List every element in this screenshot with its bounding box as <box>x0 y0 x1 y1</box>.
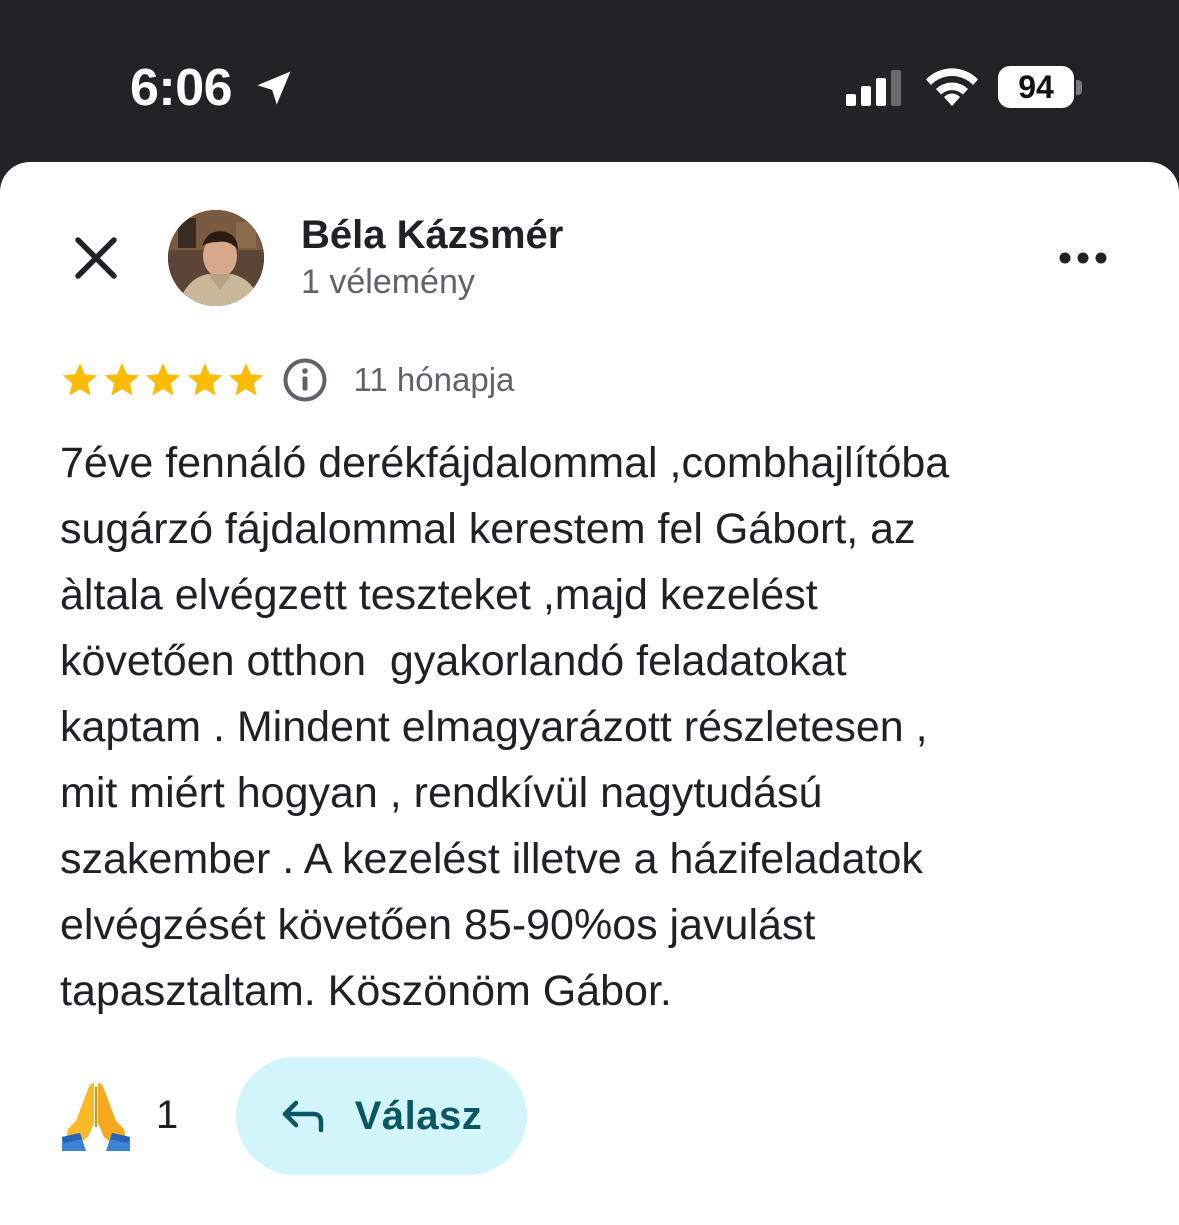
wifi-icon <box>926 68 978 106</box>
star-icon <box>62 363 98 396</box>
reply-label: Válasz <box>354 1094 483 1138</box>
info-icon[interactable] <box>282 357 328 403</box>
cellular-signal-icon <box>846 70 901 106</box>
review-date: 11 hónapja <box>353 361 515 398</box>
status-time: 6:06 <box>130 59 233 117</box>
star-rating <box>60 360 268 400</box>
battery-level: 94 <box>1018 69 1054 105</box>
close-icon <box>75 237 117 279</box>
star-icon <box>145 363 181 396</box>
phone-screen: 6:06 94 Béla Kázsmér 1 vélemény 11 hónap… <box>0 0 1179 1225</box>
avatar[interactable] <box>168 210 264 306</box>
more-options-icon <box>1059 252 1107 264</box>
star-icon <box>104 363 139 396</box>
folded-hands-icon <box>62 1083 130 1151</box>
location-arrow-icon <box>257 71 291 105</box>
close-button[interactable] <box>62 224 130 292</box>
avatar-photo <box>168 210 264 306</box>
reaction-button[interactable]: 1 <box>58 1055 178 1175</box>
reply-arrow-icon <box>282 1100 323 1133</box>
status-bar: 6:06 94 <box>0 0 1179 162</box>
battery-icon: 94 <box>998 66 1074 108</box>
reviewer-name[interactable]: Béla Kázsmér <box>301 210 563 260</box>
star-icon <box>187 363 222 396</box>
review-sheet: Béla Kázsmér 1 vélemény 11 hónapja 7éve … <box>0 162 1179 1225</box>
review-text: 7éve fennáló derékfájdalommal ,combhajlí… <box>60 439 950 1015</box>
reviewer-review-count: 1 vélemény <box>301 263 475 301</box>
reaction-count: 1 <box>156 1093 179 1137</box>
more-options-button[interactable] <box>1050 238 1116 278</box>
star-icon <box>228 363 264 396</box>
rating-row: 11 hónapja <box>60 354 514 406</box>
reply-button[interactable]: Válasz <box>236 1057 527 1175</box>
battery-nub <box>1076 80 1082 95</box>
